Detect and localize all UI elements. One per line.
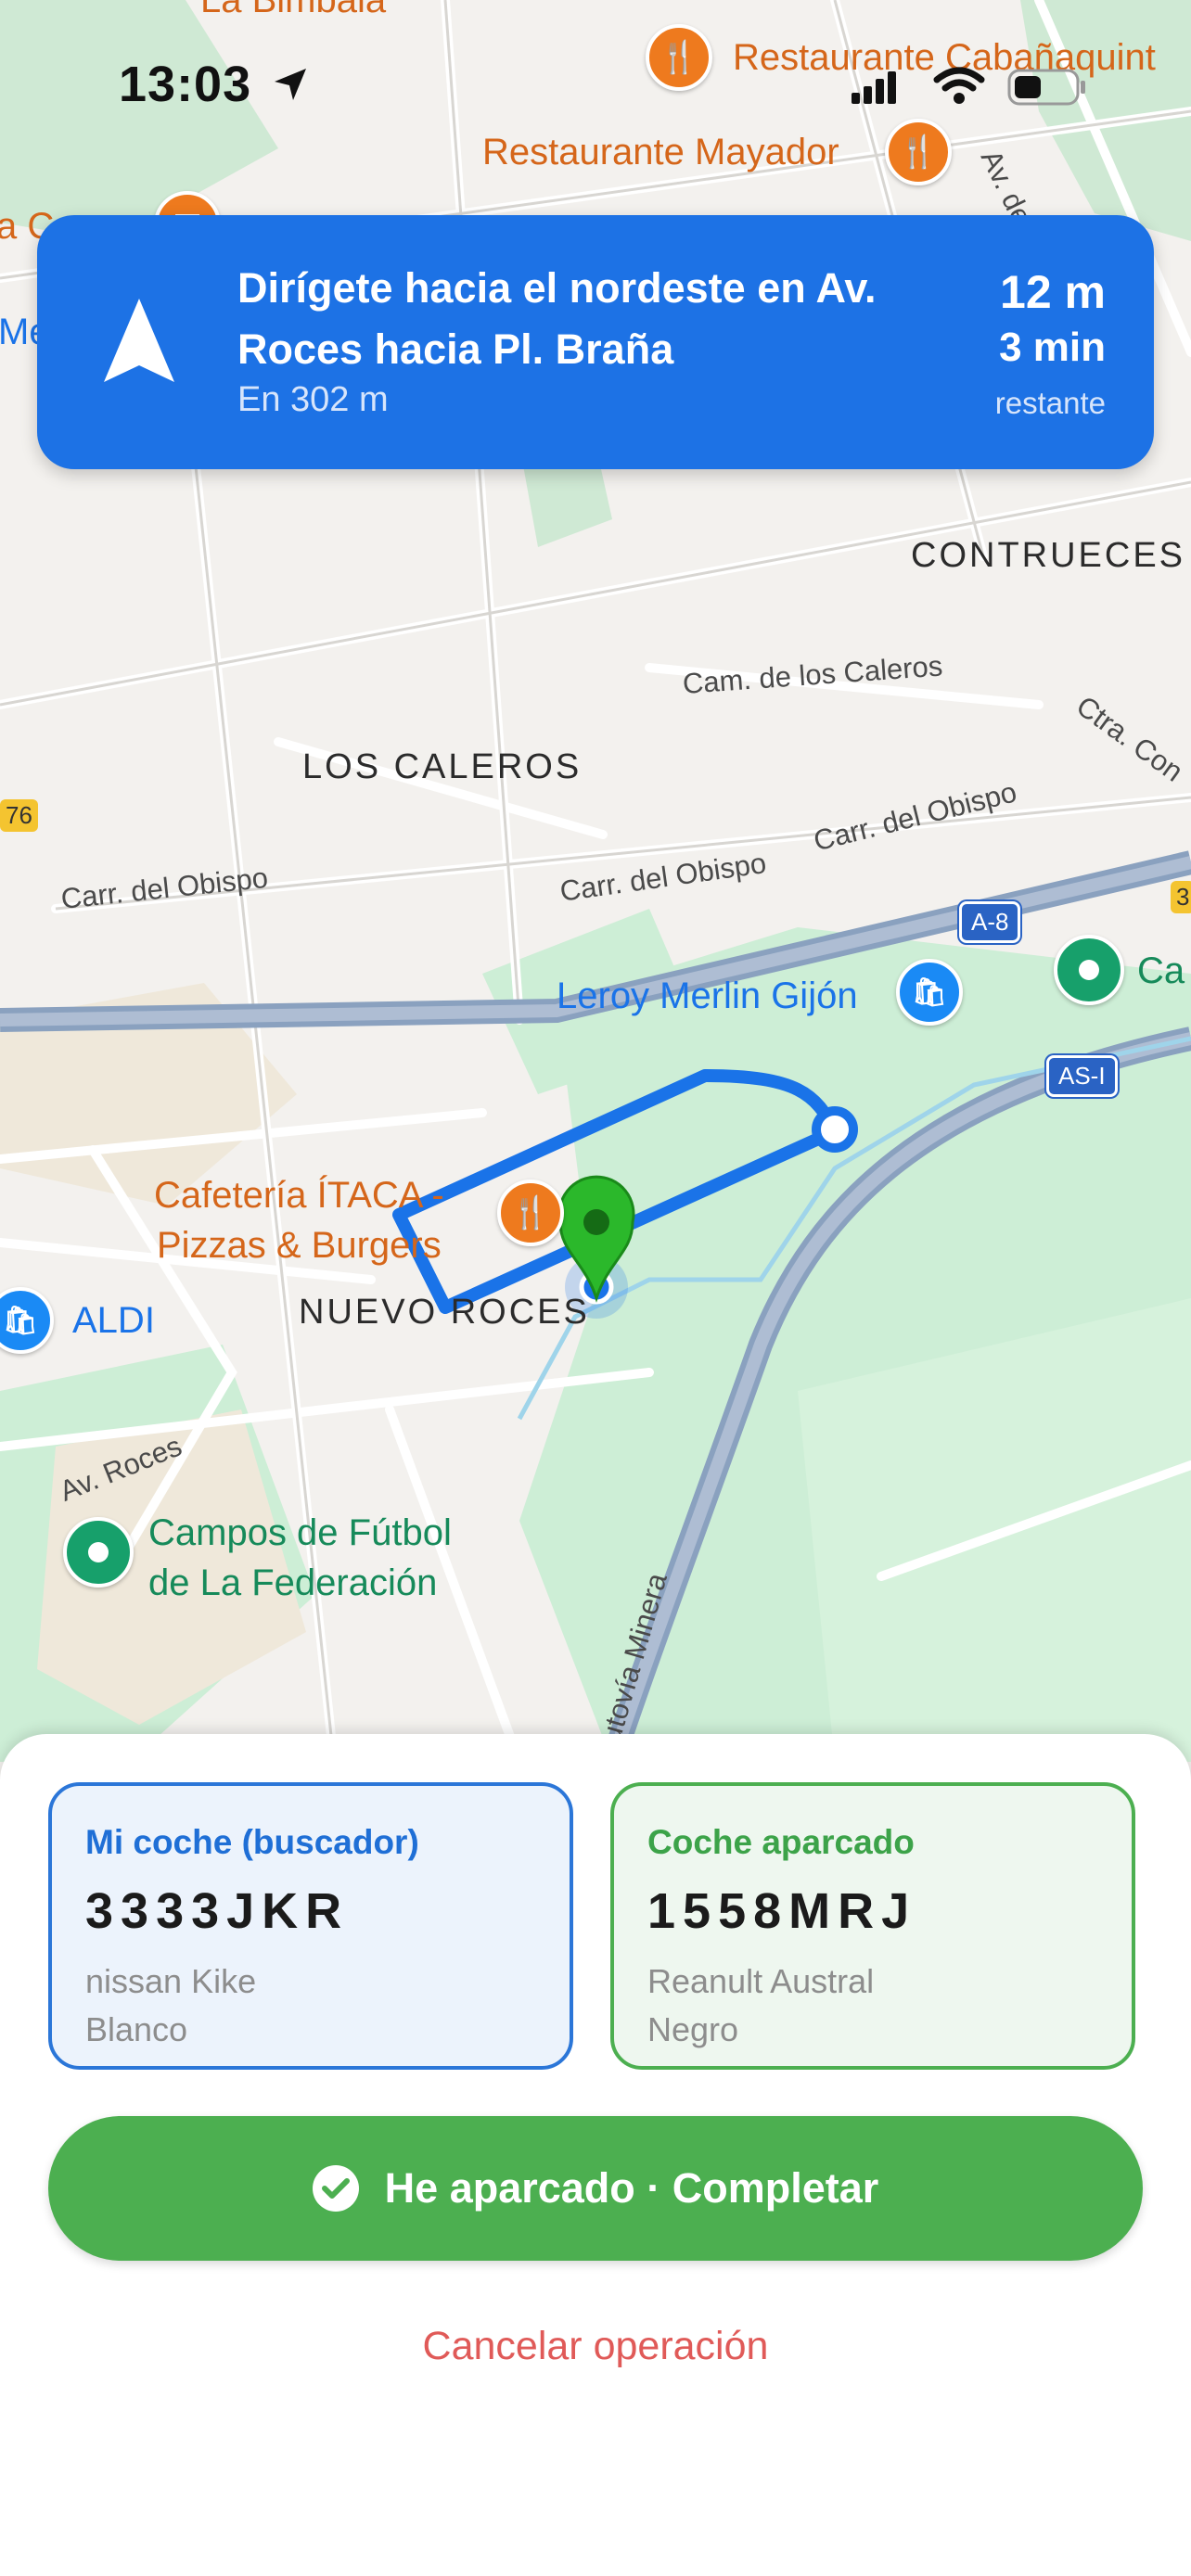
my-car-plate: 3333JKR: [85, 1883, 350, 1939]
poi-label[interactable]: Leroy Merlin Gijón: [557, 976, 858, 1017]
park-pin-icon[interactable]: [63, 1517, 134, 1588]
remaining-time: 3 min: [999, 325, 1106, 370]
shopping-bag-icon[interactable]: 🛍: [896, 959, 963, 1026]
parked-car-card[interactable]: Coche aparcado 1558MRJ Reanult Austral N…: [610, 1782, 1135, 2070]
cancel-operation-link[interactable]: Cancelar operación: [0, 2324, 1191, 2369]
navigation-banner[interactable]: Dirígete hacia el nordeste en Av. Roces …: [37, 215, 1154, 469]
status-time: 13:03: [119, 57, 252, 112]
battery-icon: [1007, 69, 1085, 106]
complete-button-label: He aparcado · Completar: [384, 2164, 879, 2212]
parked-car-model: Reanult Austral: [647, 1962, 875, 2000]
instruction-distance: En 302 m: [237, 380, 389, 419]
bottom-sheet: Mi coche (buscador) 3333JKR nissan Kike …: [0, 1734, 1191, 2576]
navigation-arrow-icon: [104, 299, 174, 382]
parked-car-plate: 1558MRJ: [647, 1883, 917, 1939]
my-car-color: Blanco: [85, 2010, 188, 2048]
remaining-distance: 12 m: [1000, 266, 1106, 318]
park-pin-icon[interactable]: [1054, 935, 1124, 1005]
road-shield: 76: [0, 799, 38, 832]
status-bar: 13:03: [0, 46, 1191, 130]
poi-label[interactable]: ALDI: [72, 1300, 155, 1342]
signal-icon: [852, 71, 896, 104]
my-car-model: nissan Kike: [85, 1962, 257, 2000]
poi-label[interactable]: La Bimbala: [200, 0, 386, 21]
location-arrow-icon: [275, 69, 306, 100]
area-label: CONTRUECES: [911, 536, 1186, 575]
my-car-card[interactable]: Mi coche (buscador) 3333JKR nissan Kike …: [48, 1782, 573, 2070]
poi-label[interactable]: Cafetería ÍTACA - Pizzas & Burgers: [154, 1170, 444, 1270]
restaurant-icon[interactable]: 🍴: [497, 1180, 564, 1246]
my-car-title: Mi coche (buscador): [85, 1823, 419, 1861]
highway-shield-a8: A-8: [959, 901, 1021, 943]
parked-car-title: Coche aparcado: [647, 1823, 915, 1861]
area-label: LOS CALEROS: [302, 747, 583, 786]
poi-label[interactable]: Ca: [1137, 946, 1185, 996]
complete-parking-button[interactable]: He aparcado · Completar: [48, 2116, 1143, 2261]
check-circle-icon: [312, 2165, 359, 2212]
area-label: NUEVO ROCES: [299, 1293, 590, 1332]
navigation-instruction: Dirígete hacia el nordeste en Av. Roces …: [237, 264, 877, 373]
poi-label[interactable]: Restaurante Mayador: [482, 132, 839, 173]
poi-label[interactable]: Campos de Fútbol de La Federación: [148, 1508, 452, 1608]
parked-car-color: Negro: [647, 2010, 739, 2048]
road-shield: 3: [1171, 881, 1191, 913]
remaining-label: restante: [994, 386, 1106, 420]
highway-shield-asi: AS-I: [1046, 1055, 1118, 1097]
wifi-icon: [933, 67, 985, 104]
